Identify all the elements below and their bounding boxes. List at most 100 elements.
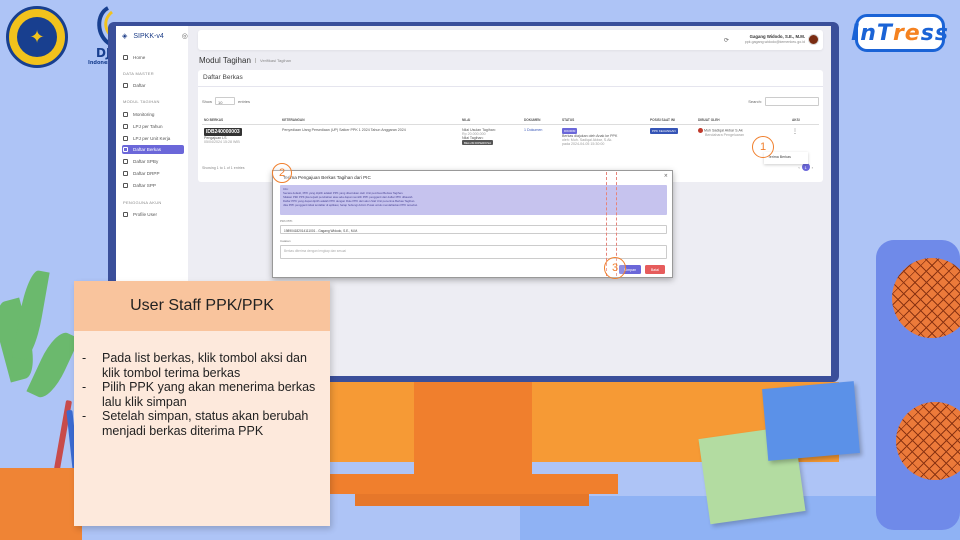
dibuat-role: Bendahara Pengeluaran: [705, 133, 744, 137]
sidebar-item-label: Daftar DRPP: [133, 171, 160, 176]
posisi-badge: PPK KEUANGAN: [650, 128, 678, 134]
close-icon[interactable]: ×: [664, 173, 668, 179]
search: Search:: [748, 97, 819, 106]
sidebar-item-profile[interactable]: Profile User: [122, 210, 184, 219]
cell-nilai: Nilai Usulan Tagihan: Rp 20.000.000 Nila…: [460, 125, 522, 150]
notification-icon[interactable]: ⟳: [724, 37, 729, 44]
sidebar-item-spby[interactable]: Daftar SPBy: [122, 157, 184, 166]
keterangan: Penyediaan Uang Persediaan (UP) Satker P…: [282, 128, 406, 132]
table-row: IDB240000003 Pengajuan LS 05/04/2024 15:…: [202, 125, 819, 150]
file-icon: [123, 183, 128, 188]
sidebar-item-label: Daftar SPP: [133, 183, 156, 188]
sidebar-item-label: Daftar: [133, 83, 146, 88]
home-icon: [123, 55, 128, 60]
status-date: pada 2024-04-05 15:30:00: [562, 142, 605, 146]
sidebar-item-daftar[interactable]: Daftar: [122, 81, 184, 90]
page-button[interactable]: 1: [801, 163, 810, 171]
brand-label: SIPKK-v4: [133, 32, 164, 40]
file-icon: [123, 136, 128, 141]
menu-toggle-icon[interactable]: ◎: [182, 32, 188, 40]
file-icon: [123, 124, 128, 129]
col-header[interactable]: Nilai: [460, 116, 522, 125]
search-label: Search:: [748, 99, 762, 104]
col-header[interactable]: Keterangan: [280, 116, 460, 125]
sidebar-item-home[interactable]: Home: [122, 53, 184, 62]
instruction-item: Setelah simpan, status akan berubah menj…: [82, 409, 322, 438]
cell-status: DIKIRIM Berkas diajukan oleh Anak ke PPK…: [560, 125, 648, 150]
col-header[interactable]: No Berkas: [202, 116, 280, 125]
user-name[interactable]: Gagang Widodo, S.E., M.M.: [750, 34, 805, 39]
next-page-button[interactable]: ›: [812, 165, 813, 170]
instruction-item: Pada list berkas, klik tombol aksi dan k…: [82, 351, 322, 380]
sidebar-item-label: Monitoring: [133, 112, 155, 117]
modal-title: Terima Pengajuan Berkas Tagihan dari PIC: [283, 175, 371, 180]
dokumen-link[interactable]: 1 Dokumen: [524, 128, 542, 132]
sidebar-item-label: LPJ per Tahun: [133, 124, 163, 129]
sidebar-item-label: Daftar SPBy: [133, 159, 159, 164]
search-input[interactable]: [765, 97, 819, 106]
instruction-item: Pilih PPK yang akan menerima berkas lalu…: [82, 380, 322, 409]
file-icon: [123, 159, 128, 164]
col-header[interactable]: Posisi Saat Ini: [648, 116, 696, 125]
sidebar-item-spp[interactable]: Daftar SPP: [122, 181, 184, 190]
sidebar-item-label: LPJ per Unit Kerja: [133, 136, 171, 141]
col-header[interactable]: Status: [560, 116, 648, 125]
step-marker: 3: [604, 257, 626, 279]
breadcrumb[interactable]: Verifikasi Tagihan: [255, 58, 291, 63]
table-info: Showing 1 to 1 of 1 entries: [202, 166, 245, 170]
kemenkeu-logo: ✦: [6, 6, 68, 68]
file-icon: [123, 171, 128, 176]
step-marker: 2: [272, 163, 292, 183]
catatan-textarea[interactable]: Berkas diterima dengan lengkap dan sesua…: [280, 245, 667, 259]
cell-dibuat: Muh Sadiqal Akbar S.Ak Bendahara Pengelu…: [696, 125, 790, 150]
monitor-icon: [123, 112, 128, 117]
sidebar-item-label: Home: [133, 55, 146, 60]
user-icon: [123, 212, 128, 217]
list-icon: [123, 83, 128, 88]
sidebar-item-daftar-berkas[interactable]: Daftar Berkas: [122, 145, 184, 154]
card-title: User Staff PPK/PPK: [74, 281, 330, 331]
ppk-label: Pilih PPK: [280, 219, 293, 223]
emblem-icon: ✦: [17, 17, 57, 57]
terima-berkas-item[interactable]: Terima Berkas: [768, 155, 791, 159]
show-entries: Show 10 entries: [202, 97, 250, 105]
dibuat-oleh: Muh Sadiqal Akbar S.Ak: [704, 128, 743, 133]
prev-page-button[interactable]: ‹: [798, 165, 799, 170]
sidebar-item-monitoring[interactable]: Monitoring: [122, 110, 184, 119]
tanggal: 05/04/2024 15:28 WIB: [204, 140, 240, 144]
sidebar-heading: DATA MASTER: [123, 71, 154, 76]
monitor-base: [326, 474, 618, 494]
folder-icon: [123, 147, 128, 152]
brand[interactable]: ◈ SIPKK-v4 ◎: [122, 32, 188, 41]
catatan-label: Catatan: [280, 239, 291, 243]
sidebar-item-drpp[interactable]: Daftar DRPP: [122, 169, 184, 178]
avatar[interactable]: [808, 34, 819, 45]
monitor-stand: [414, 382, 532, 474]
brand-icon: ◈: [122, 33, 128, 40]
sidebar-heading: MODUL TAGIHAN: [123, 99, 160, 104]
cancel-button[interactable]: Batal: [645, 265, 665, 274]
cell-dokumen: 1 Dokumen: [522, 125, 560, 150]
sidebar-item-lpj-unit[interactable]: LPJ per Unit Kerja: [122, 134, 184, 143]
col-header[interactable]: Dokumen: [522, 116, 560, 125]
status-badge: BELUM DIPERIKSA: [462, 140, 494, 145]
sticky-note-blue: [762, 381, 860, 461]
ppk-select[interactable]: 198904182014111001 - Gagang Widodo, S.E.…: [280, 225, 667, 234]
pagination: ‹ 1 ›: [798, 163, 813, 171]
cell-no-berkas: IDB240000003 Pengajuan LS 05/04/2024 15:…: [202, 125, 280, 150]
step-marker: 1: [752, 136, 774, 158]
col-header[interactable]: Aksi: [790, 116, 819, 125]
cell-aksi: ⋮: [790, 125, 819, 150]
no-berkas-badge[interactable]: IDB240000003: [204, 128, 242, 136]
entries-label: entries: [238, 98, 251, 104]
monitor-base-shadow: [355, 494, 589, 506]
col-header[interactable]: Dibuat Oleh: [696, 116, 790, 125]
berkas-table: No Berkas Keterangan Nilai Dokumen Statu…: [202, 116, 819, 149]
sidebar-item-lpj-tahun[interactable]: LPJ per Tahun: [122, 122, 184, 131]
pencil-cup: [0, 468, 82, 540]
entries-select[interactable]: 10: [215, 97, 236, 105]
divider: [198, 86, 823, 87]
action-menu-button[interactable]: ⋮: [792, 129, 798, 135]
intress-logo: InT re ss: [851, 14, 948, 52]
instruction-list: Pada list berkas, klik tombol aksi dan k…: [82, 351, 322, 438]
